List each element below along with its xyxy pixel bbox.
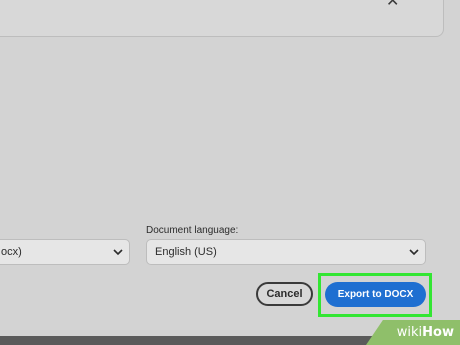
format-dropdown[interactable]: ocx)	[0, 239, 130, 265]
document-language-label: Document language:	[146, 225, 239, 236]
dialog-top-panel	[0, 0, 444, 37]
document-language-dropdown[interactable]: English (US)	[146, 239, 426, 265]
format-dropdown-value: ocx)	[1, 246, 22, 258]
export-dialog: ✕ ocx) Document language: English (US) C…	[0, 0, 460, 345]
close-icon[interactable]: ✕	[386, 0, 402, 10]
document-language-value: English (US)	[155, 246, 217, 258]
cancel-button[interactable]: Cancel	[256, 282, 313, 306]
watermark-how: How	[422, 325, 454, 340]
chevron-down-icon	[107, 239, 129, 265]
export-to-docx-button[interactable]: Export to DOCX	[325, 282, 426, 307]
chevron-down-icon	[403, 239, 425, 265]
watermark-wiki: wiki	[396, 325, 423, 340]
wikihow-watermark: wiki How	[366, 320, 460, 345]
